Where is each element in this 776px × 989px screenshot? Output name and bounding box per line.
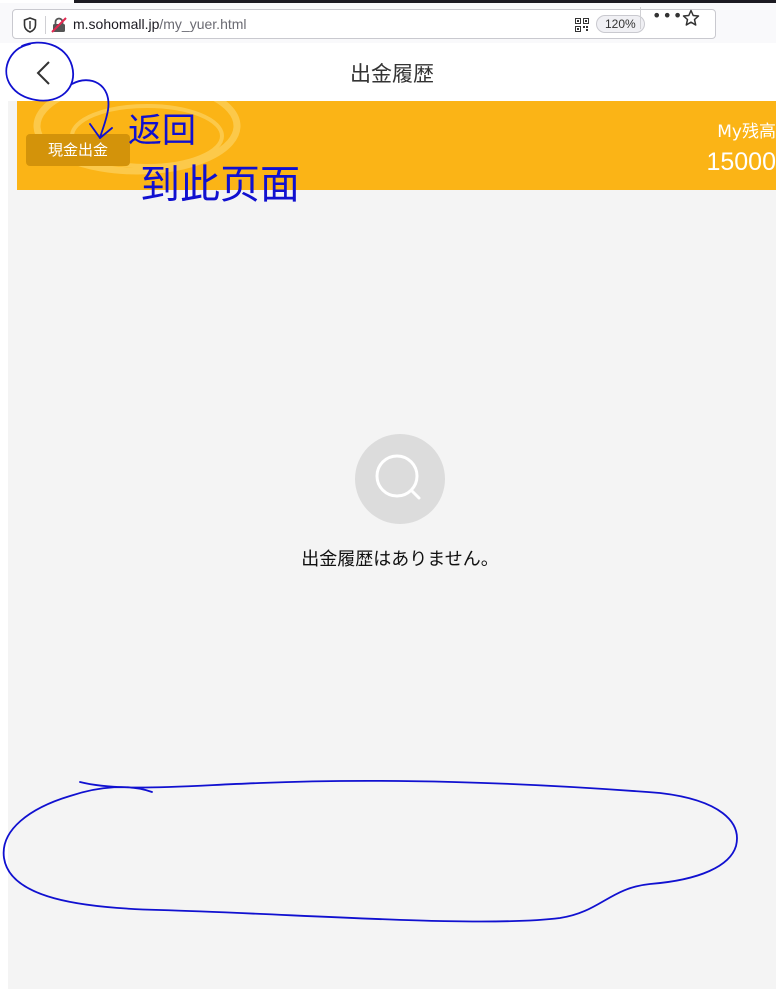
- qr-code-icon[interactable]: [575, 18, 589, 32]
- toolbar-separator: [640, 7, 641, 29]
- balance-value: 15000: [706, 148, 776, 176]
- address-bar[interactable]: m.sohomall.jp/my_yuer.html 120%: [12, 9, 716, 39]
- page-content: 出金履歴 現金出金 My残高 15000 出金履歴はありません。: [8, 43, 776, 989]
- bookmark-star-icon[interactable]: [682, 9, 700, 27]
- search-icon: [375, 454, 421, 500]
- shield-icon[interactable]: [23, 17, 37, 33]
- zoom-level-badge[interactable]: 120%: [596, 15, 645, 33]
- empty-state-message: 出金履歴はありません。: [301, 549, 499, 570]
- balance-banner: 現金出金 My残高 15000: [17, 101, 776, 190]
- withdraw-cash-button[interactable]: 現金出金: [26, 134, 130, 166]
- url-path: /my_yuer.html: [159, 16, 247, 32]
- insecure-lock-icon[interactable]: [51, 17, 67, 33]
- address-bar-separator: [45, 16, 46, 34]
- empty-state-icon: [355, 434, 445, 524]
- url-text[interactable]: m.sohomall.jp/my_yuer.html: [73, 16, 247, 32]
- page-title: 出金履歴: [350, 62, 434, 86]
- url-domain: m.sohomall.jp: [73, 16, 160, 32]
- balance-label: My残高: [717, 122, 776, 142]
- browser-toolbar: m.sohomall.jp/my_yuer.html 120% •••: [0, 3, 776, 43]
- more-actions-button[interactable]: •••: [652, 6, 683, 25]
- page-header: 出金履歴: [8, 43, 776, 101]
